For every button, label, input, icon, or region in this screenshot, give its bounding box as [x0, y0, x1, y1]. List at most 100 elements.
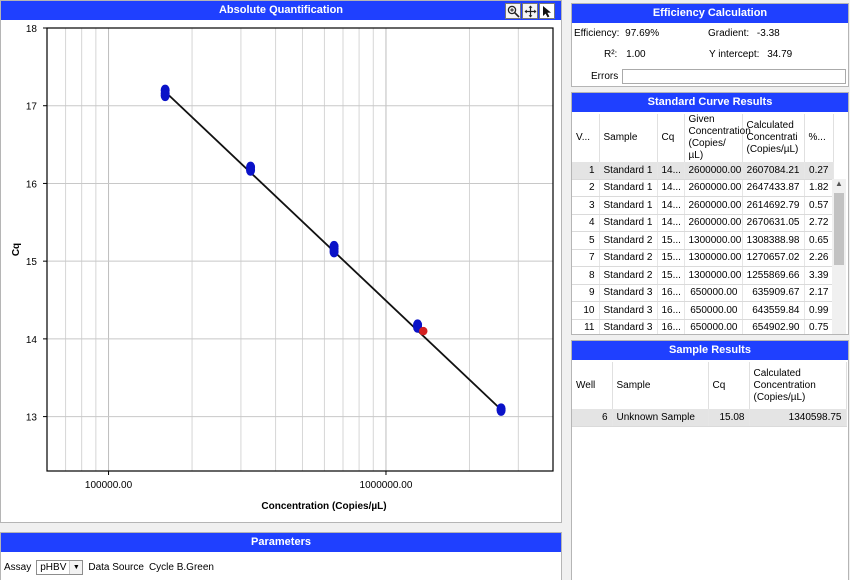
scroll-up-icon[interactable]: ▲ — [832, 179, 846, 188]
standard-curve-scrollbar[interactable]: ▲ ▼ — [832, 179, 846, 334]
table-cell: 8 — [572, 266, 600, 285]
assay-select[interactable]: pHBV ▼ — [36, 560, 84, 575]
table-row[interactable]: 11 Standard 3 16... 650000.00 654902.90 0.75 — [572, 319, 834, 334]
y-tick-label: 13 — [26, 413, 38, 424]
table-cell: Standard 3 — [599, 319, 658, 334]
col-header-calculated-concentration[interactable]: Calculated Concentrati (Copies/µL) — [742, 114, 805, 162]
table-row[interactable]: 10 Standard 3 16... 650000.00 643559.84 0.99 — [572, 301, 834, 320]
unknown-sample-point — [419, 326, 428, 336]
data-source-value: Cycle B.Green — [148, 562, 214, 573]
table-row[interactable]: 7 Standard 2 15... 1300000.00 1270657.02 2.26 — [572, 249, 834, 267]
table-cell: 16... — [657, 301, 685, 320]
sample-results-panel: Sample Results Well Sample Cq Calculated… — [571, 340, 849, 580]
col-header-well[interactable]: V... — [572, 114, 600, 162]
table-cell: Standard 3 — [599, 301, 658, 320]
table-row[interactable]: 4 Standard 1 14... 2600000.00 2670631.05 2.72 — [572, 214, 834, 232]
gradient-row: Gradient: -3.38 — [708, 28, 780, 39]
table-row[interactable]: 9 Standard 3 16... 650000.00 635909.67 2.17 — [572, 284, 834, 302]
zoom-icon[interactable] — [505, 3, 521, 19]
standard-curve-header: Standard Curve Results — [572, 93, 848, 112]
table-cell: 0.57 — [804, 196, 834, 215]
table-cell: 1270657.02 — [742, 249, 805, 267]
table-cell: 10 — [572, 301, 600, 320]
sample-results-table: Well Sample Cq Calculated Concentration … — [572, 362, 847, 427]
select-pointer-icon[interactable] — [539, 3, 555, 19]
absolute-quantification-header: Absolute Quantification — [1, 1, 561, 20]
table-cell: 14... — [657, 196, 685, 215]
table-cell: 14... — [657, 162, 685, 180]
plot-area — [47, 28, 553, 471]
table-cell: 4 — [572, 214, 600, 232]
col-header-sample[interactable]: Sample — [612, 362, 709, 409]
col-header-cq[interactable]: Cq — [657, 114, 685, 162]
y-intercept-label: Y intercept: — [709, 49, 760, 60]
table-cell: 1340598.75 — [749, 409, 847, 427]
table-cell: 2 — [572, 179, 600, 197]
table-row[interactable]: 6 Unknown Sample 15.08 1340598.75 — [572, 409, 847, 427]
chevron-down-icon[interactable]: ▼ — [69, 561, 83, 574]
table-cell: 1 — [572, 162, 600, 180]
table-cell: Standard 1 — [599, 214, 658, 232]
parameters-header: Parameters — [1, 533, 561, 552]
assay-value: pHBV — [40, 562, 67, 573]
col-header-calculated-concentration[interactable]: Calculated Concentration (Copies/µL) — [749, 362, 847, 409]
table-row[interactable]: 8 Standard 2 15... 1300000.00 1255869.66 3.39 — [572, 266, 834, 285]
standard-curve-chart[interactable]: 13 14 15 16 17 18 100000.00 1000000.00 Concentra… — [1, 20, 561, 522]
absolute-quantification-panel: Absolute Quantification 13 14 15 16 17 18 1000… — [0, 0, 562, 523]
table-cell: 2.72 — [804, 214, 834, 232]
parameters-title: Parameters — [251, 536, 311, 548]
standard-point — [246, 164, 256, 176]
col-header-well[interactable]: Well — [572, 362, 613, 409]
scrollbar-thumb[interactable] — [834, 193, 844, 265]
x-tick-label: 1000000.00 — [360, 480, 413, 491]
x-tick-label: 100000.00 — [85, 480, 133, 491]
r2-label: R²: — [604, 49, 618, 60]
sample-results-header: Sample Results — [572, 341, 848, 360]
table-cell: 0.75 — [804, 319, 834, 334]
table-cell: 2607084.21 — [742, 162, 805, 180]
gradient-label: Gradient: — [708, 28, 750, 39]
table-cell: 2647433.87 — [742, 179, 805, 197]
standard-point — [496, 404, 506, 416]
assay-label: Assay — [4, 562, 32, 573]
table-cell: 1300000.00 — [684, 231, 743, 250]
efficiency-value: 97.69% — [625, 28, 660, 39]
table-cell: 16... — [657, 319, 685, 334]
col-header-cq[interactable]: Cq — [708, 362, 750, 409]
sample-results-title: Sample Results — [669, 344, 751, 356]
y-tick-label: 16 — [26, 179, 38, 190]
standard-curve-title: Standard Curve Results — [647, 96, 773, 108]
table-cell: 0.65 — [804, 231, 834, 250]
col-header-given-concentration[interactable]: Given Concentration (Copies/µL) — [684, 114, 751, 162]
table-cell: 654902.90 — [742, 319, 805, 334]
standard-point — [160, 90, 170, 102]
parameters-panel: Parameters Assay pHBV ▼ Data Source Cycl… — [0, 532, 562, 580]
table-cell: 7 — [572, 249, 600, 267]
table-cell: 2.17 — [804, 284, 834, 302]
col-header-sample[interactable]: Sample — [599, 114, 658, 162]
table-cell: 2614692.79 — [742, 196, 805, 215]
errors-label: Errors — [591, 71, 619, 82]
efficiency-header: Efficiency Calculation — [572, 4, 848, 23]
absolute-quantification-title: Absolute Quantification — [218, 4, 344, 16]
table-row[interactable]: 5 Standard 2 15... 1300000.00 1308388.98 0.65 — [572, 231, 834, 250]
standard-curve-panel: Standard Curve Results V... Sample Cq Gi… — [571, 92, 849, 335]
col-header-percent[interactable]: %... — [804, 114, 834, 162]
table-row[interactable]: 2 Standard 1 14... 2600000.00 2647433.87 1.82 — [572, 179, 834, 197]
table-cell: 14... — [657, 179, 685, 197]
table-cell: 11 — [572, 319, 600, 334]
standard-point — [329, 246, 339, 258]
table-cell: 9 — [572, 284, 600, 302]
table-cell: 2.26 — [804, 249, 834, 267]
y-intercept-row: Y intercept: 34.79 — [709, 49, 792, 60]
table-cell: Standard 1 — [599, 162, 658, 180]
table-cell: Standard 3 — [599, 284, 658, 302]
table-cell: 635909.67 — [742, 284, 805, 302]
table-row[interactable]: 1 Standard 1 14... 2600000.00 2607084.21 0.27 — [572, 162, 834, 180]
table-cell: 650000.00 — [684, 319, 743, 334]
table-row[interactable]: 3 Standard 1 14... 2600000.00 2614692.79 0.57 — [572, 196, 834, 215]
table-cell: 14... — [657, 214, 685, 232]
pan-icon[interactable] — [522, 3, 538, 19]
table-cell: 2600000.00 — [684, 214, 743, 232]
y-tick-label: 14 — [26, 335, 38, 346]
